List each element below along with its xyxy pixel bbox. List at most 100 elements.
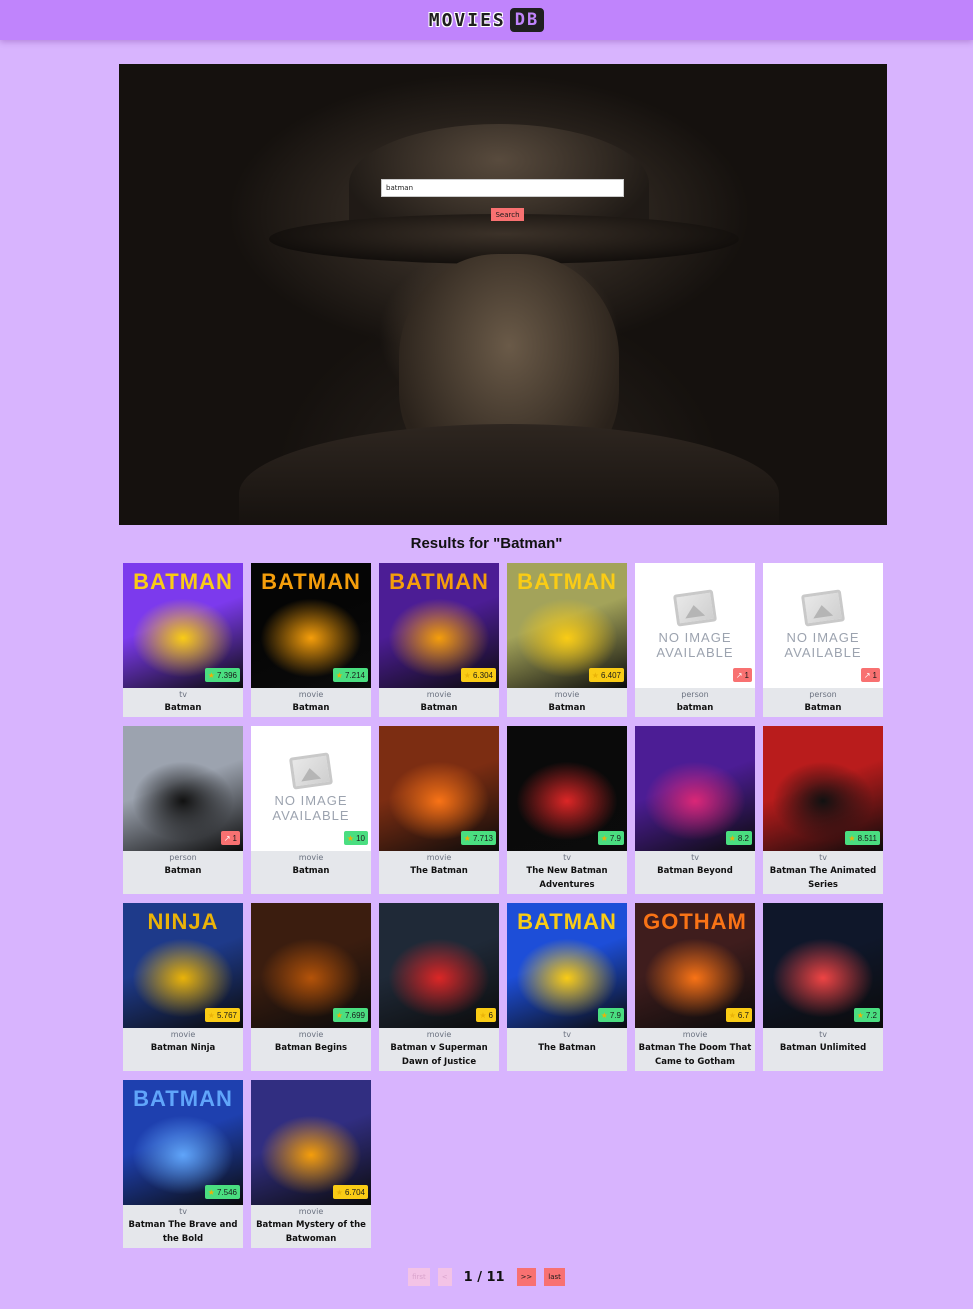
result-card[interactable]: BATMAN ★ 7.9 tv The Batman — [507, 903, 627, 1071]
poster-image[interactable]: NINJA ★ 5.767 — [123, 903, 243, 1028]
card-title[interactable]: Batman — [509, 701, 625, 715]
poster-image[interactable]: ★ 6 — [379, 903, 499, 1028]
poster-image[interactable]: ↗ 1 — [123, 726, 243, 851]
result-card[interactable]: BATMAN ★ 6.407 movie Batman — [507, 563, 627, 717]
result-card[interactable]: ★ 8.511 tv Batman The Animated Series — [763, 726, 883, 894]
poster-image[interactable]: BATMAN ★ 7.214 — [251, 563, 371, 688]
card-info: movie The Batman — [379, 851, 499, 882]
hero-banner: Search — [119, 64, 887, 525]
card-title[interactable]: Batman Unlimited — [765, 1041, 881, 1055]
poster-image[interactable]: BATMAN ★ 6.407 — [507, 563, 627, 688]
poster-image[interactable]: BATMAN ★ 7.396 — [123, 563, 243, 688]
card-title[interactable]: Batman The Brave and the Bold — [125, 1218, 241, 1246]
poster-title-art: BATMAN — [133, 569, 233, 594]
card-title[interactable]: Batman — [253, 864, 369, 878]
result-card[interactable]: ★ 7.9 tv The New Batman Adventures — [507, 726, 627, 894]
card-title[interactable]: Batman — [381, 701, 497, 715]
media-type-label: tv — [563, 853, 571, 862]
prev-page-button[interactable]: < — [437, 1268, 452, 1286]
rating-badge: ★ 5.767 — [204, 1008, 240, 1022]
site-logo[interactable]: MOVIES DB — [429, 8, 545, 32]
result-card[interactable]: ★ 7.713 movie The Batman — [379, 726, 499, 894]
card-title[interactable]: Batman Mystery of the Batwoman — [253, 1218, 369, 1246]
media-type-label: person — [169, 853, 197, 862]
rating-badge: ★ 6.7 — [725, 1008, 752, 1022]
result-card[interactable]: NO IMAGE AVAILABLE ★ 10 movie Batman — [251, 726, 371, 894]
result-card[interactable]: GOTHAM ★ 6.7 movie Batman The Doom That Came… — [635, 903, 755, 1071]
poster-title-art: BATMAN — [261, 569, 361, 594]
star-icon: ★ — [346, 833, 355, 843]
card-title[interactable]: Batman Begins — [253, 1041, 369, 1055]
card-title[interactable]: Batman Ninja — [125, 1041, 241, 1055]
badge-value: 6.704 — [344, 1187, 365, 1197]
poster-image[interactable]: NO IMAGE AVAILABLE ↗ 1 — [635, 563, 755, 688]
card-info: movie Batman v Superman Dawn of Justice — [379, 1028, 499, 1073]
result-card[interactable]: BATMAN ★ 7.396 tv Batman — [123, 563, 243, 717]
result-card[interactable]: ★ 7.2 tv Batman Unlimited — [763, 903, 883, 1071]
card-title[interactable]: Batman Beyond — [637, 864, 753, 878]
first-page-button[interactable]: first — [408, 1268, 430, 1286]
card-title[interactable]: Batman — [125, 864, 241, 878]
result-card[interactable]: NINJA ★ 5.767 movie Batman Ninja — [123, 903, 243, 1071]
poster-image[interactable]: ★ 7.713 — [379, 726, 499, 851]
search-input[interactable] — [381, 179, 624, 197]
card-title[interactable]: Batman The Animated Series — [765, 864, 881, 892]
result-card[interactable]: NO IMAGE AVAILABLE ↗ 1 person Batman — [763, 563, 883, 717]
card-title[interactable]: The Batman — [509, 1041, 625, 1055]
result-card[interactable]: ↗ 1 person Batman — [123, 726, 243, 894]
poster-image[interactable]: ★ 8.511 — [763, 726, 883, 851]
result-card[interactable]: BATMAN ★ 7.214 movie Batman — [251, 563, 371, 717]
card-title[interactable]: Batman — [125, 701, 241, 715]
last-page-button[interactable]: last — [544, 1268, 565, 1286]
media-type-label: person — [809, 690, 837, 699]
star-icon: ★ — [207, 670, 215, 680]
card-title[interactable]: Batman — [253, 701, 369, 715]
card-info: person batman — [635, 688, 755, 719]
poster-image[interactable]: ★ 7.699 — [251, 903, 371, 1028]
rating-badge: ★ 7.2 — [853, 1008, 880, 1022]
card-title[interactable]: Batman The Doom That Came to Gotham — [637, 1041, 753, 1069]
badge-value: 7.9 — [609, 1010, 621, 1020]
search-button[interactable]: Search — [491, 208, 524, 221]
result-card[interactable]: ★ 7.699 movie Batman Begins — [251, 903, 371, 1071]
star-icon: ★ — [207, 1187, 215, 1197]
poster-image[interactable]: ★ 8.2 — [635, 726, 755, 851]
media-type-label: movie — [298, 1207, 324, 1216]
result-card[interactable]: ★ 6 movie Batman v Superman Dawn of Justice — [379, 903, 499, 1071]
top-navbar: MOVIES DB — [0, 0, 973, 40]
card-title[interactable]: The New Batman Adventures — [509, 864, 625, 892]
badge-value: 5.767 — [216, 1010, 237, 1020]
star-icon: ★ — [848, 833, 856, 843]
card-info: person Batman — [123, 851, 243, 882]
poster-image[interactable]: ★ 7.2 — [763, 903, 883, 1028]
trending-icon: ↗ — [735, 670, 743, 680]
card-title[interactable]: Batman v Superman Dawn of Justice — [381, 1041, 497, 1069]
next-page-button[interactable]: >> — [516, 1268, 537, 1286]
badge-value: 6 — [488, 1010, 493, 1020]
page-indicator: 1 / 11 — [463, 1269, 505, 1285]
result-card[interactable]: ★ 6.704 movie Batman Mystery of the Batwoma… — [251, 1080, 371, 1248]
poster-image[interactable]: BATMAN ★ 7.546 — [123, 1080, 243, 1205]
poster-title-art: BATMAN — [517, 569, 617, 594]
result-card[interactable]: ★ 8.2 tv Batman Beyond — [635, 726, 755, 894]
result-card[interactable]: BATMAN ★ 7.546 tv Batman The Brave and the B… — [123, 1080, 243, 1248]
star-icon: ★ — [335, 670, 343, 680]
rating-badge: ★ 7.546 — [204, 1185, 240, 1199]
poster-image[interactable]: ★ 6.704 — [251, 1080, 371, 1205]
poster-image[interactable]: ★ 7.9 — [507, 726, 627, 851]
poster-image[interactable]: BATMAN ★ 7.9 — [507, 903, 627, 1028]
poster-image[interactable]: BATMAN ★ 6.304 — [379, 563, 499, 688]
card-title[interactable]: Batman — [765, 701, 881, 715]
poster-image[interactable]: NO IMAGE AVAILABLE ★ 10 — [251, 726, 371, 851]
poster-title-art: BATMAN — [133, 1086, 233, 1111]
poster-image[interactable]: GOTHAM ★ 6.7 — [635, 903, 755, 1028]
poster-image[interactable]: NO IMAGE AVAILABLE ↗ 1 — [763, 563, 883, 688]
result-card[interactable]: BATMAN ★ 6.304 movie Batman — [379, 563, 499, 717]
result-card[interactable]: NO IMAGE AVAILABLE ↗ 1 person batman — [635, 563, 755, 717]
card-title[interactable]: batman — [637, 701, 753, 715]
no-image-label: NO IMAGE AVAILABLE — [272, 792, 350, 823]
badge-value: 1 — [232, 833, 237, 843]
no-image-label: NO IMAGE AVAILABLE — [784, 629, 862, 660]
popularity-badge: ↗ 1 — [220, 831, 240, 845]
card-title[interactable]: The Batman — [381, 864, 497, 878]
